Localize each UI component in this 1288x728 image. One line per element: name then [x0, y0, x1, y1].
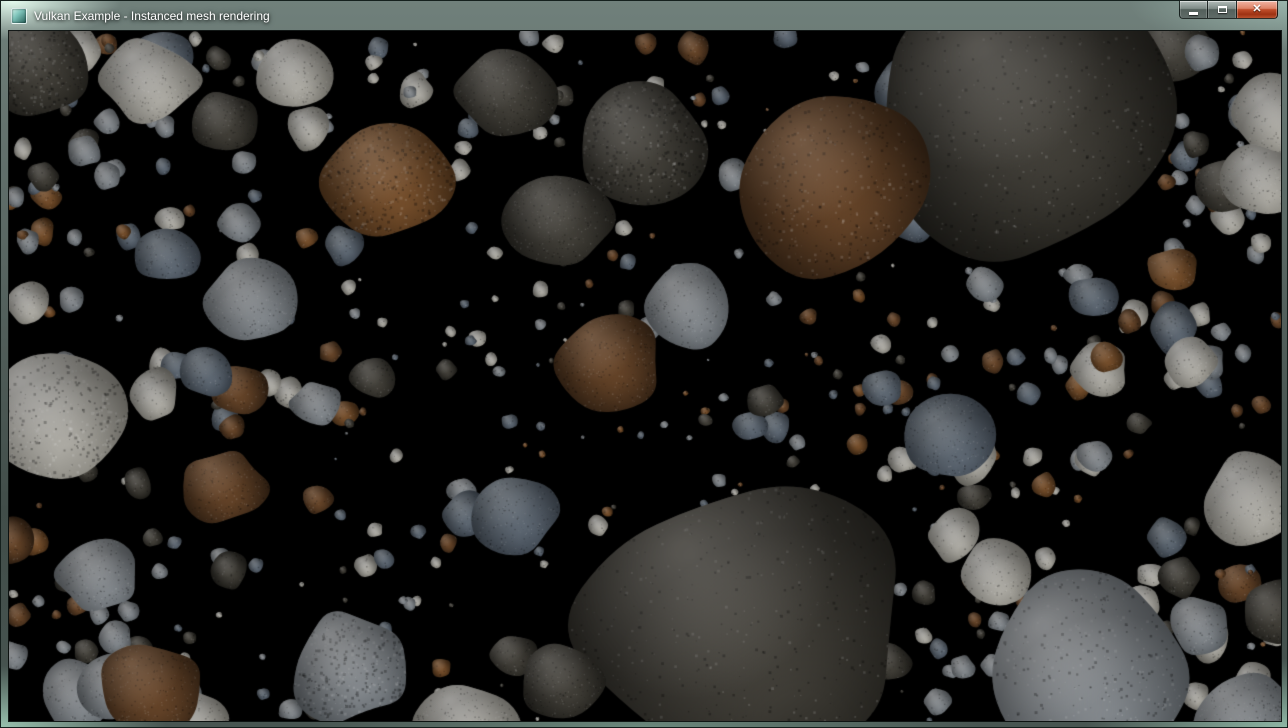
app-window: Vulkan Example - Instanced mesh renderin… [0, 0, 1288, 728]
maximize-icon [1218, 6, 1227, 13]
window-controls: ✕ [1179, 1, 1278, 19]
minimize-icon [1189, 12, 1198, 15]
close-icon: ✕ [1252, 4, 1261, 15]
minimize-button[interactable] [1179, 1, 1208, 19]
titlebar[interactable]: Vulkan Example - Instanced mesh renderin… [1, 1, 1287, 31]
window-title: Vulkan Example - Instanced mesh renderin… [34, 10, 270, 22]
scene-canvas[interactable] [9, 31, 1281, 721]
close-button[interactable]: ✕ [1237, 1, 1278, 19]
maximize-button[interactable] [1208, 1, 1237, 19]
app-icon [11, 8, 27, 24]
render-viewport [9, 31, 1281, 721]
